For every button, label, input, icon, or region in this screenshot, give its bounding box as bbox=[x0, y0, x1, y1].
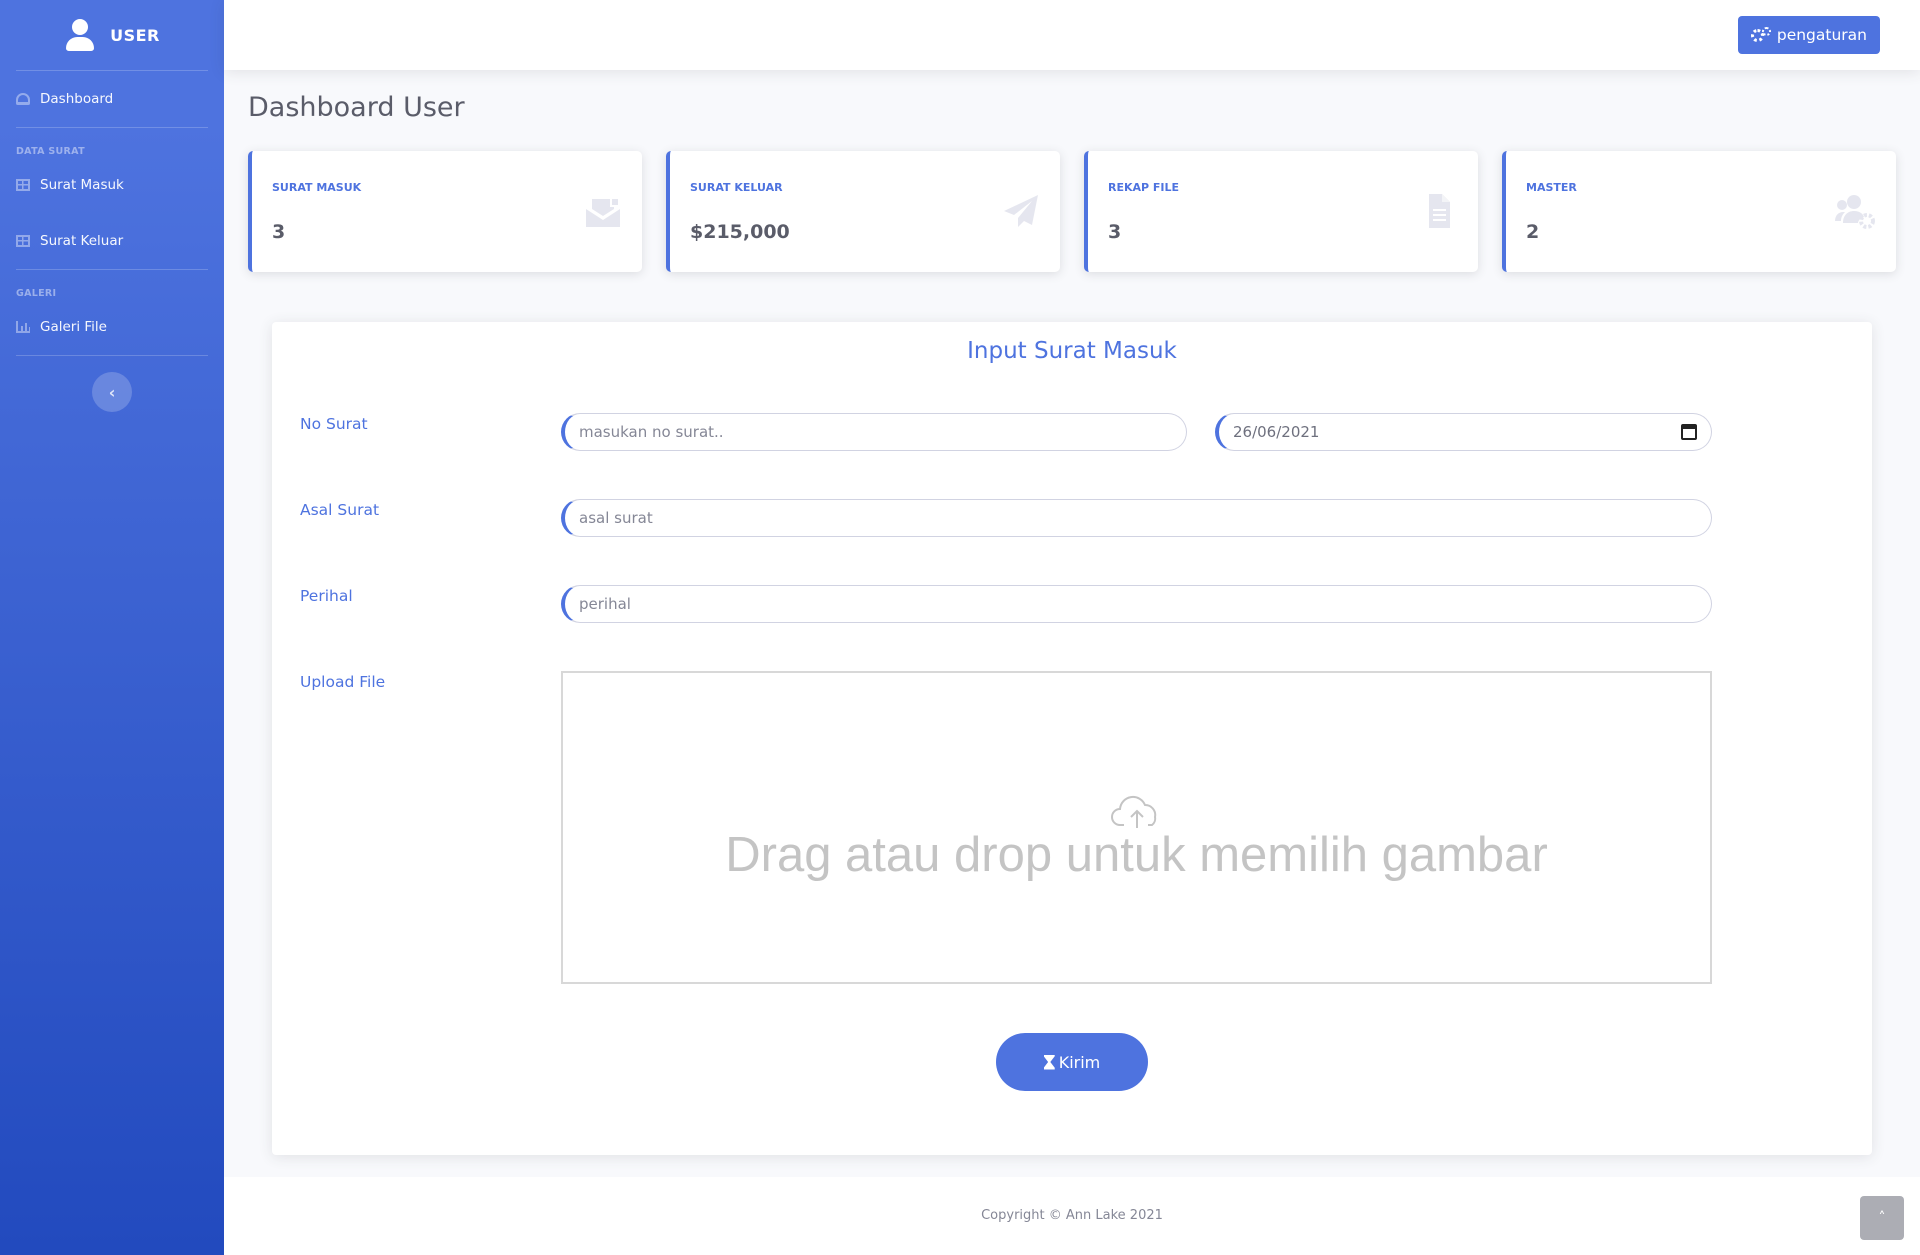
dropzone-text: Drag atau drop untuk memilih gambar bbox=[725, 828, 1548, 882]
card-value: $215,000 bbox=[690, 221, 790, 243]
card-value: 2 bbox=[1526, 221, 1540, 243]
footer: Copyright © Ann Lake 2021 bbox=[224, 1177, 1920, 1255]
sidebar-divider bbox=[16, 355, 208, 356]
label-no-surat: No Surat bbox=[300, 415, 368, 433]
sidebar: USER Dashboard DATA SURAT Surat Masuk Su… bbox=[0, 0, 224, 1255]
sidebar-toggle-button[interactable]: ‹ bbox=[92, 372, 132, 412]
sidebar-brand[interactable]: USER bbox=[0, 0, 224, 70]
sidebar-item-label: Surat Masuk bbox=[40, 177, 124, 193]
scroll-to-top-button[interactable]: ˄ bbox=[1860, 1196, 1904, 1240]
asal-surat-input[interactable] bbox=[561, 499, 1712, 537]
settings-button[interactable]: pengaturan bbox=[1737, 16, 1880, 54]
card-surat-masuk[interactable]: SURAT MASUK 3 bbox=[248, 151, 642, 272]
card-rekap-file[interactable]: REKAP FILE 3 bbox=[1084, 151, 1478, 272]
sidebar-item-label: Dashboard bbox=[40, 91, 114, 107]
sidebar-heading-galeri: GALERI bbox=[16, 288, 57, 299]
sidebar-item-galeri-file[interactable]: Galeri File bbox=[0, 299, 224, 355]
cloud-upload-icon bbox=[1111, 795, 1157, 828]
chart-area-icon bbox=[16, 321, 30, 333]
copyright-text: Copyright © Ann Lake 2021 bbox=[981, 1208, 1163, 1223]
cogs-icon bbox=[1750, 27, 1771, 43]
perihal-input[interactable] bbox=[561, 585, 1712, 623]
card-label: REKAP FILE bbox=[1108, 181, 1180, 194]
card-label: MASTER bbox=[1526, 181, 1577, 194]
label-upload-file: Upload File bbox=[300, 673, 386, 691]
sidebar-item-label: Surat Keluar bbox=[40, 233, 124, 249]
table-icon bbox=[16, 235, 30, 247]
input-surat-masuk-panel: Input Surat Masuk No Surat 26/06/2021 As… bbox=[272, 322, 1872, 1155]
brand-text: USER bbox=[110, 25, 160, 45]
date-input[interactable]: 26/06/2021 bbox=[1215, 413, 1712, 451]
card-value: 3 bbox=[272, 221, 286, 243]
card-value: 3 bbox=[1108, 221, 1122, 243]
table-icon bbox=[16, 179, 30, 191]
sidebar-heading-data-surat: DATA SURAT bbox=[16, 146, 85, 157]
topbar: pengaturan bbox=[224, 0, 1920, 70]
file-dropzone[interactable]: Drag atau drop untuk memilih gambar bbox=[561, 671, 1712, 984]
card-label: SURAT KELUAR bbox=[690, 181, 783, 194]
chevron-up-icon: ˄ bbox=[1878, 1210, 1886, 1226]
label-asal-surat: Asal Surat bbox=[300, 501, 380, 519]
label-perihal: Perihal bbox=[300, 587, 353, 605]
users-cog-icon bbox=[1834, 193, 1876, 229]
file-alt-icon bbox=[1420, 193, 1458, 229]
form-title: Input Surat Masuk bbox=[967, 338, 1177, 364]
settings-label: pengaturan bbox=[1776, 26, 1867, 44]
hourglass-icon bbox=[1044, 1055, 1055, 1070]
kirim-button[interactable]: Kirim bbox=[996, 1033, 1148, 1091]
page-title: Dashboard User bbox=[248, 92, 465, 123]
envelope-open-icon bbox=[584, 193, 622, 229]
sidebar-item-surat-masuk[interactable]: Surat Masuk bbox=[0, 157, 224, 213]
date-value: 26/06/2021 bbox=[1233, 423, 1320, 441]
paper-plane-icon bbox=[1002, 193, 1040, 229]
no-surat-input[interactable] bbox=[561, 413, 1187, 451]
card-label: SURAT MASUK bbox=[272, 181, 362, 194]
card-master[interactable]: MASTER 2 bbox=[1502, 151, 1896, 272]
kirim-label: Kirim bbox=[1058, 1052, 1101, 1072]
sidebar-item-surat-keluar[interactable]: Surat Keluar bbox=[0, 213, 224, 269]
card-surat-keluar[interactable]: SURAT KELUAR $215,000 bbox=[666, 151, 1060, 272]
sidebar-item-label: Galeri File bbox=[40, 319, 107, 335]
chevron-left-icon: ‹ bbox=[108, 382, 116, 402]
sidebar-item-dashboard[interactable]: Dashboard bbox=[0, 71, 224, 127]
user-icon bbox=[64, 19, 96, 51]
tachometer-icon bbox=[16, 93, 30, 105]
calendar-icon[interactable] bbox=[1681, 424, 1697, 440]
